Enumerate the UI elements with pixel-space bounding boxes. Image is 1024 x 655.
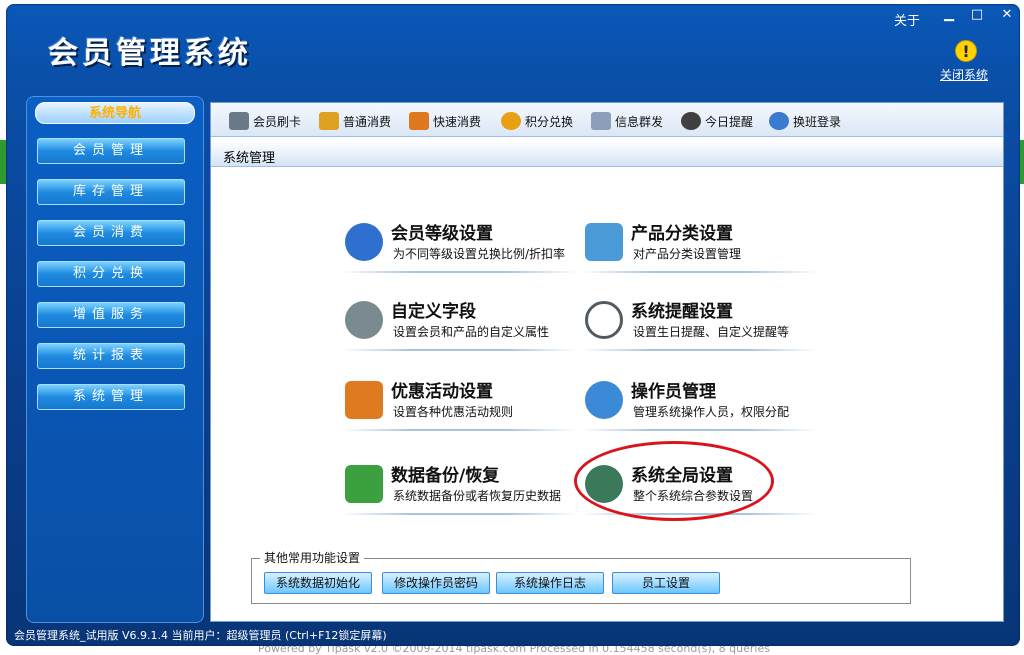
toolbar-label: 会员刷卡 — [253, 114, 302, 129]
divider — [581, 349, 817, 351]
app-title: 会员管理系统 — [48, 36, 252, 71]
feature-title: 优惠活动设置 — [391, 382, 493, 402]
sidebar-nav: 系统导航 会员管理 库存管理 会员消费 积分兑换 增值服务 统计报表 系统管理 — [26, 96, 204, 623]
toolbar-shift-login[interactable]: 换班登录 — [769, 110, 841, 132]
operation-log-button[interactable]: 系统操作日志 — [496, 572, 604, 594]
toolbar-label: 普通消费 — [343, 114, 392, 129]
toolbar-normal-consumption[interactable]: 普通消费 — [319, 110, 391, 132]
warning-icon[interactable]: ! — [955, 40, 977, 62]
toolbar-label: 积分兑换 — [525, 114, 574, 129]
feature-title: 系统提醒设置 — [631, 302, 733, 322]
feature-title: 自定义字段 — [391, 302, 476, 322]
divider — [341, 513, 577, 515]
toolbar-label: 今日提醒 — [705, 114, 754, 129]
mail-icon — [591, 112, 611, 130]
sidebar-item-member-management[interactable]: 会员管理 — [37, 138, 185, 164]
backup-icon — [345, 465, 383, 503]
section-header: 系统管理 — [211, 141, 1003, 167]
feature-description: 设置会员和产品的自定义属性 — [393, 325, 550, 339]
feature-description: 设置各种优惠活动规则 — [393, 405, 514, 419]
sidebar-item-system-management[interactable]: 系统管理 — [37, 384, 185, 410]
staff-settings-button[interactable]: 员工设置 — [612, 572, 720, 594]
feature-operator-management[interactable]: 操作员管理 管理系统操作人员，权限分配 — [581, 371, 817, 431]
sidebar-title: 系统导航 — [35, 102, 195, 124]
feature-custom-fields[interactable]: 自定义字段 设置会员和产品的自定义属性 — [341, 291, 577, 351]
sidebar-item-statistics-reports[interactable]: 统计报表 — [37, 343, 185, 369]
change-password-button[interactable]: 修改操作员密码 — [382, 572, 490, 594]
feature-description: 对产品分类设置管理 — [633, 247, 742, 261]
app-window: 会员管理系统 关于 ▁ □ ✕ ! 关闭系统 系统导航 会员管理 库存管理 会员… — [6, 4, 1020, 646]
gear-icon — [345, 301, 383, 339]
feature-system-reminder-settings[interactable]: 系统提醒设置 设置生日提醒、自定义提醒等 — [581, 291, 817, 351]
about-link[interactable]: 关于 — [894, 10, 920, 29]
toolbar-member-card[interactable]: 会员刷卡 — [229, 110, 301, 132]
sidebar-item-points-exchange[interactable]: 积分兑换 — [37, 261, 185, 287]
toolbar-points-exchange[interactable]: 积分兑换 — [501, 110, 573, 132]
toolbar-label: 快速消费 — [433, 114, 482, 129]
feature-description: 为不同等级设置兑换比例/折扣率 — [393, 247, 566, 261]
sidebar-item-inventory-management[interactable]: 库存管理 — [37, 179, 185, 205]
divider — [581, 271, 817, 273]
divider — [341, 271, 577, 273]
feature-title: 操作员管理 — [631, 382, 716, 402]
red-highlight-ellipse — [574, 441, 774, 521]
exchange-icon — [501, 112, 521, 130]
feature-title: 数据备份/恢复 — [391, 466, 500, 486]
divider — [341, 429, 577, 431]
feature-title: 产品分类设置 — [631, 224, 733, 244]
close-window-button[interactable]: ✕ — [994, 6, 1020, 26]
other-settings-legend: 其他常用功能设置 — [260, 549, 365, 566]
toolbar: 会员刷卡 普通消费 快速消费 积分兑换 信息群发 今日提醒 换班登录 — [211, 103, 1003, 137]
feature-title: 会员等级设置 — [391, 224, 493, 244]
gift-icon — [345, 381, 383, 419]
fast-pay-icon — [409, 112, 429, 130]
feature-product-category-settings[interactable]: 产品分类设置 对产品分类设置管理 — [581, 213, 817, 273]
feature-data-backup-restore[interactable]: 数据备份/恢复 系统数据备份或者恢复历史数据 — [341, 455, 577, 515]
init-data-button[interactable]: 系统数据初始化 — [264, 572, 372, 594]
other-settings-group: 其他常用功能设置 系统数据初始化 修改操作员密码 系统操作日志 员工设置 — [251, 549, 911, 604]
maximize-button[interactable]: □ — [964, 6, 990, 26]
sidebar-item-value-added-services[interactable]: 增值服务 — [37, 302, 185, 328]
status-bar: 会员管理系统_试用版 V6.9.1.4 当前用户：超级管理员 (Ctrl+F12… — [14, 629, 387, 642]
close-system-button[interactable]: 关闭系统 — [940, 66, 988, 83]
money-bag-icon — [319, 112, 339, 130]
divider — [581, 429, 817, 431]
operator-icon — [585, 381, 623, 419]
feature-description: 设置生日提醒、自定义提醒等 — [633, 325, 790, 339]
main-panel: 会员刷卡 普通消费 快速消费 积分兑换 信息群发 今日提醒 换班登录 系统管理 … — [210, 102, 1004, 622]
feature-member-level-settings[interactable]: 会员等级设置 为不同等级设置兑换比例/折扣率 — [341, 213, 577, 273]
toolbar-fast-consumption[interactable]: 快速消费 — [409, 110, 481, 132]
clock-icon — [585, 301, 623, 339]
toolbar-label: 换班登录 — [793, 114, 842, 129]
feature-description: 管理系统操作人员，权限分配 — [633, 405, 790, 419]
feature-promotion-settings[interactable]: 优惠活动设置 设置各种优惠活动规则 — [341, 371, 577, 431]
toolbar-label: 信息群发 — [615, 114, 664, 129]
sidebar-item-member-consumption[interactable]: 会员消费 — [37, 220, 185, 246]
minimize-button[interactable]: ▁ — [936, 6, 962, 26]
switch-icon — [769, 112, 789, 130]
feature-description: 系统数据备份或者恢复历史数据 — [393, 489, 562, 503]
toolbar-broadcast-message[interactable]: 信息群发 — [591, 110, 663, 132]
user-level-icon — [345, 223, 383, 261]
section-title: 系统管理 — [223, 151, 276, 166]
product-category-icon — [585, 223, 623, 261]
clock-icon — [681, 112, 701, 130]
toolbar-today-reminder[interactable]: 今日提醒 — [681, 110, 753, 132]
divider — [341, 349, 577, 351]
card-icon — [229, 112, 249, 130]
